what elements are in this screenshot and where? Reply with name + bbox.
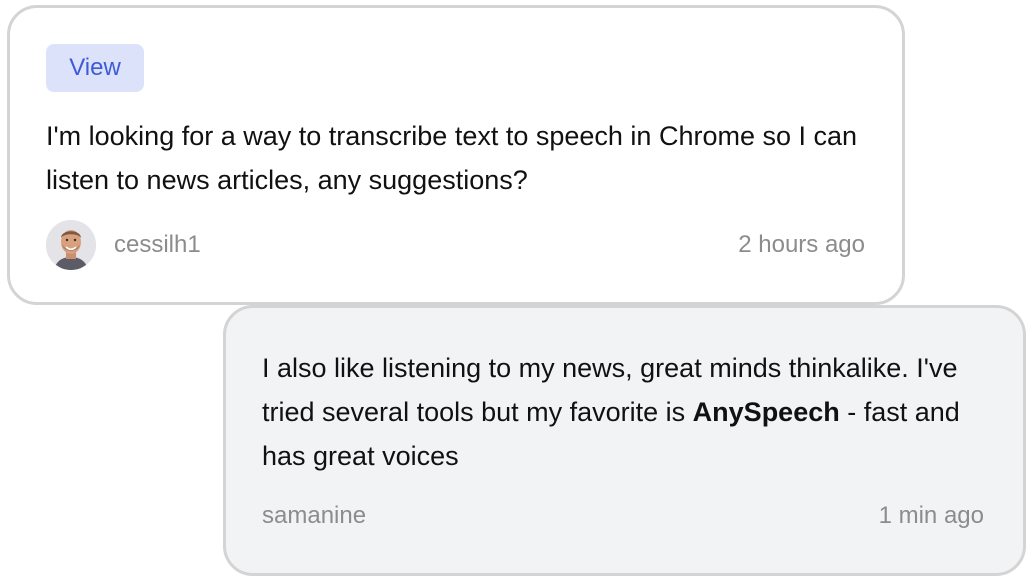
view-button[interactable]: View bbox=[46, 44, 144, 92]
reply-highlight: AnySpeech bbox=[692, 397, 840, 427]
question-card: View I'm looking for a way to transcribe… bbox=[7, 5, 905, 305]
reply-author[interactable]: samanine bbox=[262, 501, 366, 531]
question-author[interactable]: cessilh1 bbox=[114, 230, 201, 260]
reply-timestamp: 1 min ago bbox=[878, 502, 984, 529]
user-avatar-icon bbox=[46, 220, 96, 270]
comment-thread: View I'm looking for a way to transcribe… bbox=[0, 0, 1032, 584]
reply-text: I also like listening to my news, great … bbox=[262, 346, 1002, 478]
question-timestamp: 2 hours ago bbox=[738, 231, 865, 258]
avatar[interactable] bbox=[46, 220, 96, 270]
reply-card: I also like listening to my news, great … bbox=[223, 305, 1026, 576]
question-text: I'm looking for a way to transcribe text… bbox=[46, 121, 858, 195]
